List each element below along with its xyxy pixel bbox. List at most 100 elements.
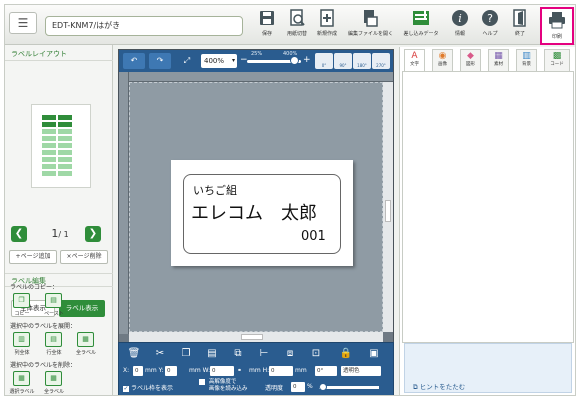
layout-cell[interactable] — [58, 129, 72, 134]
delete-page-button[interactable]: ×ページ削除 — [60, 250, 108, 264]
filename-field[interactable]: EDT-KNM7/はがき — [45, 16, 243, 36]
zoom-out-icon[interactable]: − — [240, 55, 248, 65]
expand-row-button[interactable]: ▤ — [45, 332, 62, 347]
layer-icon[interactable]: ▣ — [367, 347, 381, 361]
layout-cell[interactable] — [42, 122, 56, 127]
tab-image[interactable]: ◉ 画像 — [432, 49, 453, 71]
expand-icon: ⤢ — [183, 56, 191, 65]
next-page-button[interactable]: ❯ — [85, 226, 101, 242]
zoom-select[interactable]: 400% ▾ — [201, 54, 237, 68]
trash-icon[interactable]: 🗑 — [127, 347, 141, 361]
paper-switch-button[interactable]: 用紙切替 — [282, 8, 312, 44]
copy-button[interactable]: ❐ — [13, 293, 30, 308]
rotate-270-button[interactable]: 270° — [372, 53, 390, 69]
layout-cell[interactable] — [58, 115, 72, 120]
horizontal-scroll-thumb[interactable] — [241, 334, 263, 340]
layout-cell[interactable] — [42, 143, 56, 148]
delete-selected-button[interactable]: ▦ — [13, 371, 30, 386]
hide-hint-button[interactable]: ⧉ ヒントをたたむ — [413, 381, 465, 392]
tab-background[interactable]: ▥ 背景 — [516, 49, 537, 71]
info-icon: i — [452, 10, 468, 26]
label-layout-thumbnail[interactable] — [31, 104, 91, 188]
label-preview[interactable]: いちご組 エレコム 太郎 001 — [171, 160, 353, 266]
exit-button[interactable]: 終了 — [505, 8, 535, 44]
layout-cell[interactable] — [58, 171, 72, 176]
paper-switch-icon — [290, 9, 305, 26]
checkbox-icon[interactable] — [199, 379, 205, 385]
layout-cell[interactable] — [58, 136, 72, 141]
cut-icon[interactable]: ✂ — [153, 347, 167, 361]
w-input[interactable]: 0 — [210, 366, 234, 376]
tab-material[interactable]: ▦ 素材 — [488, 49, 509, 71]
opacity-slider[interactable] — [319, 383, 379, 391]
rotate-0-button[interactable]: 0° — [315, 53, 333, 69]
vertical-scrollbar[interactable] — [383, 82, 393, 332]
copy-icon[interactable]: ❐ — [179, 347, 193, 361]
tab-image-label: 画像 — [438, 62, 447, 67]
paste-button[interactable]: ▤ — [45, 293, 62, 308]
hide-hint-label: ヒントをたたむ — [419, 383, 466, 391]
save-label: 保存 — [261, 31, 272, 37]
layout-cell[interactable] — [42, 115, 56, 120]
layout-cell[interactable] — [58, 157, 72, 162]
page-indicator: 1/ 1 — [45, 226, 75, 242]
print-button[interactable]: 印刷 — [540, 7, 574, 45]
layout-cell[interactable] — [42, 171, 56, 176]
opacity-slider-knob[interactable] — [319, 383, 327, 391]
link-icon[interactable]: ⚭ — [237, 367, 242, 374]
help-button[interactable]: ? ヘルプ — [475, 8, 505, 44]
layout-cell[interactable] — [58, 164, 72, 169]
layout-cell[interactable] — [58, 122, 72, 127]
fit-screen-button[interactable]: ⤢ — [177, 53, 197, 69]
layout-cell[interactable] — [58, 143, 72, 148]
expand-column-button[interactable]: ▥ — [13, 332, 30, 347]
layout-cell[interactable] — [42, 157, 56, 162]
x-input[interactable]: 0 — [133, 366, 143, 376]
vertical-scroll-thumb[interactable] — [385, 200, 391, 222]
layout-cell[interactable] — [42, 129, 56, 134]
label-text-class[interactable]: いちご組 — [193, 182, 237, 198]
lock-icon[interactable]: 🔒 — [339, 347, 353, 361]
layout-cell[interactable] — [58, 150, 72, 155]
open-file-button[interactable]: 編集ファイルを開く — [348, 8, 393, 44]
zoom-slider[interactable] — [247, 56, 301, 65]
expand-all-button[interactable]: ▦ — [77, 332, 94, 347]
arrange-icon[interactable]: ⧈ — [283, 347, 297, 361]
label-text-number[interactable]: 001 — [301, 229, 326, 244]
rotate-90-button[interactable]: 90° — [334, 53, 352, 69]
horizontal-scrollbar[interactable] — [129, 332, 383, 342]
zoom-slider-knob[interactable] — [290, 56, 299, 65]
zoom-in-icon[interactable]: + — [303, 55, 311, 65]
tab-code[interactable]: ▩ コード — [544, 49, 570, 71]
tab-shape[interactable]: ◆ 図形 — [460, 49, 481, 71]
save-button[interactable]: 保存 — [252, 8, 282, 44]
prev-page-button[interactable]: ❮ — [11, 226, 27, 242]
transparent-color-button[interactable]: 透明色 — [341, 366, 381, 376]
h-input[interactable]: 0 — [269, 366, 293, 376]
layout-cell[interactable] — [42, 164, 56, 169]
angle-input[interactable]: 0° — [315, 366, 337, 376]
layout-cell[interactable] — [42, 136, 56, 141]
frame-toggle[interactable]: ✓ ラベル枠を表示 — [123, 383, 173, 392]
add-page-button[interactable]: +ページ追加 — [9, 250, 57, 264]
label-text-name[interactable]: エレコム 太郎 — [191, 199, 317, 225]
tab-text[interactable]: A 文字 — [404, 49, 425, 71]
undo-button[interactable]: ↶ — [123, 53, 145, 69]
layout-section-title: ラベルレイアウト — [5, 47, 113, 61]
fit-icon[interactable]: ⊡ — [309, 347, 323, 361]
rotate-180-button[interactable]: 180° — [353, 53, 371, 69]
checkbox-icon[interactable]: ✓ — [123, 386, 129, 392]
align-icon[interactable]: ⊢ — [257, 347, 271, 361]
opacity-input[interactable]: 0 — [291, 382, 305, 392]
layout-cell[interactable] — [42, 150, 56, 155]
info-button[interactable]: i 情報 — [445, 8, 475, 44]
delete-all-button[interactable]: ▦ — [45, 371, 62, 386]
new-file-button[interactable]: 新規作成 — [312, 8, 342, 44]
hamburger-menu-icon[interactable]: ☰ — [9, 12, 37, 34]
paste-icon[interactable]: ▤ — [205, 347, 219, 361]
hires-toggle[interactable]: 高解像度で 画像を読み込み — [199, 379, 247, 393]
redo-button[interactable]: ↷ — [149, 53, 171, 69]
merge-data-button[interactable]: 差し込みデータ — [401, 8, 441, 44]
y-input[interactable]: 0 — [165, 366, 177, 376]
duplicate-icon[interactable]: ⧉ — [231, 347, 245, 361]
